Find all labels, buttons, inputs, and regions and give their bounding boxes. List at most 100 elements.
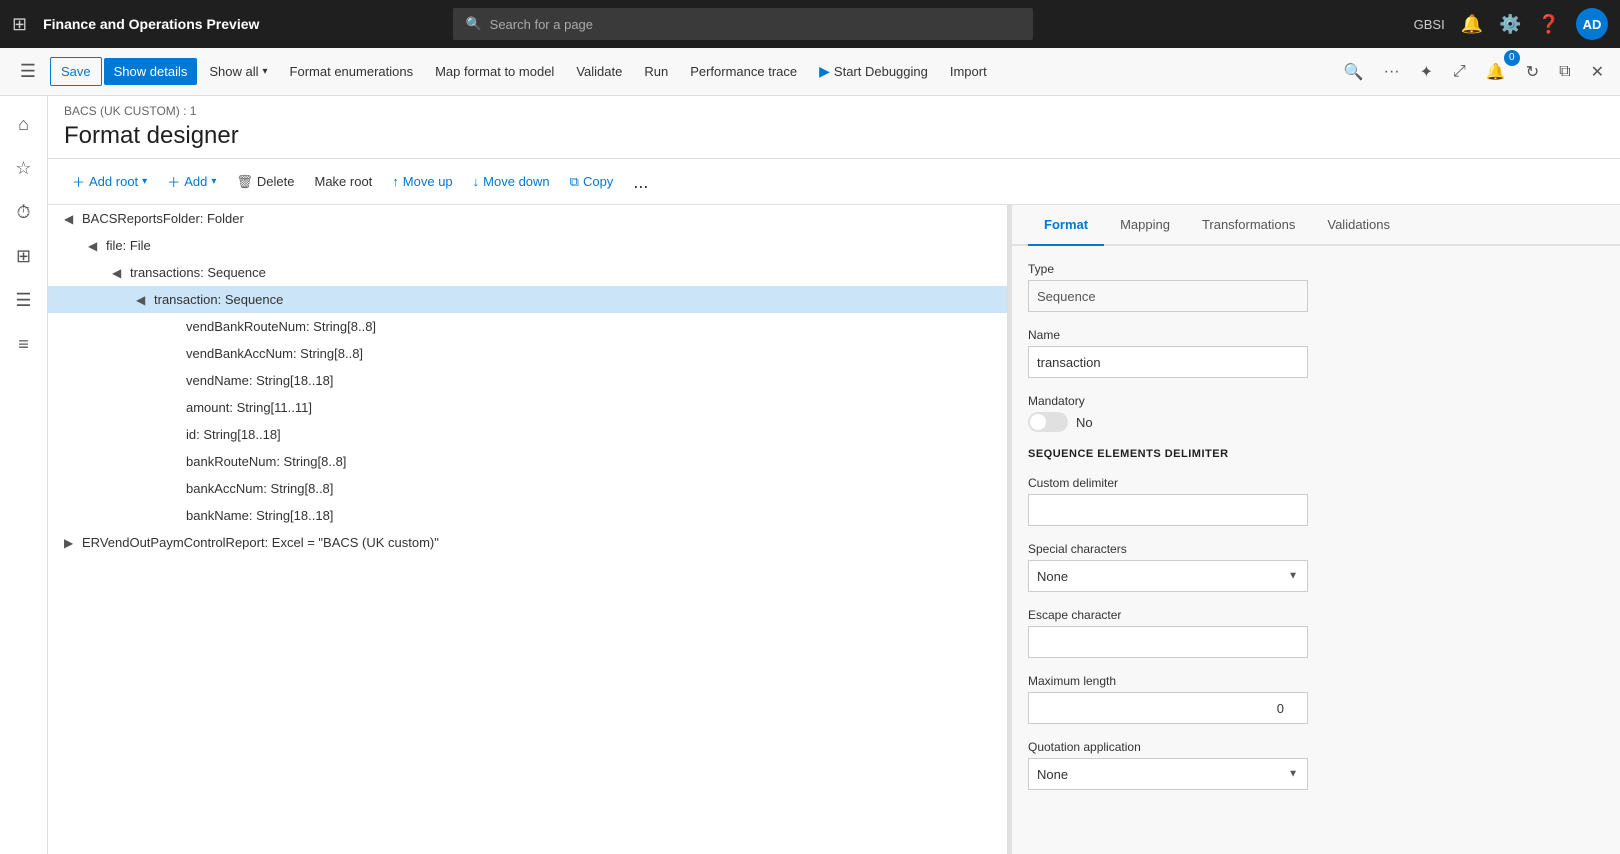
main-container: ⌂ ☆ ⏱ ⊞ ☰ ≡ BACS (UK CUSTOM) : 1 Format …	[0, 96, 1620, 854]
expand-icon[interactable]: ⤢	[1445, 57, 1474, 87]
mandatory-toggle[interactable]	[1028, 412, 1068, 432]
tree-collapse-icon[interactable]: ◀	[136, 293, 152, 307]
grid-icon[interactable]: ⊞	[12, 14, 27, 35]
tree-resize-handle[interactable]	[1003, 205, 1007, 854]
move-up-button[interactable]: ↑ Move up	[384, 169, 460, 194]
tree-collapse-icon[interactable]: ◀	[64, 212, 80, 226]
name-label: Name	[1028, 328, 1604, 342]
user-code: GBSI	[1414, 17, 1445, 32]
refresh-icon[interactable]: ↻	[1518, 56, 1547, 88]
workspaces-icon[interactable]: ⊞	[4, 236, 44, 276]
plus-icon: ＋	[72, 172, 85, 191]
tree-item-label: amount: String[11..11]	[186, 400, 312, 415]
hamburger-icon[interactable]: ☰	[8, 52, 48, 92]
form-section: Type Name Mandatory No	[1012, 246, 1620, 822]
notification-wrapper[interactable]: 🔔 0	[1478, 56, 1514, 88]
add-root-button[interactable]: ＋ Add root ▾	[64, 167, 155, 196]
tree-expand-icon[interactable]: ▶	[64, 536, 80, 550]
special-characters-select[interactable]: None CR LF CR+LF Tab	[1028, 560, 1308, 592]
save-button[interactable]: Save	[50, 57, 102, 86]
type-input[interactable]	[1028, 280, 1308, 312]
gear-icon[interactable]: ⚙️	[1499, 14, 1521, 35]
tree-item[interactable]: id: String[18..18]	[48, 421, 1007, 448]
arrow-up-icon: ↑	[392, 174, 399, 189]
tree-collapse-icon[interactable]: ◀	[112, 266, 128, 280]
special-characters-field: Special characters None CR LF CR+LF Tab	[1028, 542, 1604, 592]
custom-delimiter-input[interactable]	[1028, 494, 1308, 526]
delete-button[interactable]: 🗑 Delete	[228, 169, 302, 195]
tree-item[interactable]: ◀ BACSReportsFolder: Folder	[48, 205, 1007, 232]
tree-item[interactable]: vendBankAccNum: String[8..8]	[48, 340, 1007, 367]
make-root-button[interactable]: Make root	[306, 169, 380, 194]
recent-icon[interactable]: ⏱	[4, 192, 44, 232]
tree-item[interactable]: bankAccNum: String[8..8]	[48, 475, 1007, 502]
search-bar[interactable]: 🔍 Search for a page	[453, 8, 1033, 40]
delete-icon: 🗑	[236, 174, 253, 190]
arrow-down-icon: ↓	[473, 174, 480, 189]
action-toolbar: ＋ Add root ▾ ＋ Add ▾ 🗑 Delete Make root …	[48, 159, 1620, 205]
tree-item[interactable]: ◀ transactions: Sequence	[48, 259, 1007, 286]
run-button[interactable]: Run	[634, 58, 678, 85]
copy-button[interactable]: ⧉ Copy	[562, 169, 622, 195]
show-details-button[interactable]: Show details	[104, 58, 198, 85]
tree-item[interactable]: vendName: String[18..18]	[48, 367, 1007, 394]
name-input[interactable]	[1028, 346, 1308, 378]
open-new-tab-icon[interactable]: ⧉	[1551, 57, 1578, 87]
app-title: Finance and Operations Preview	[43, 16, 259, 32]
tab-validations[interactable]: Validations	[1311, 205, 1406, 246]
import-button[interactable]: Import	[940, 58, 997, 85]
tree-item-selected[interactable]: ◀ transaction: Sequence	[48, 286, 1007, 313]
custom-delimiter-field: Custom delimiter	[1028, 476, 1604, 526]
plus-icon-2: ＋	[167, 172, 180, 191]
delimiter-heading: SEQUENCE ELEMENTS DELIMITER	[1028, 448, 1604, 460]
close-icon[interactable]: ✕	[1583, 56, 1612, 88]
more-options-icon[interactable]: ···	[1376, 57, 1408, 87]
show-all-button[interactable]: Show all ▾	[199, 58, 277, 85]
tree-item[interactable]: ◀ file: File	[48, 232, 1007, 259]
more-button[interactable]: ...	[625, 168, 656, 196]
tab-format[interactable]: Format	[1028, 205, 1104, 246]
tree-item[interactable]: ▶ ERVendOutPaymControlReport: Excel = "B…	[48, 529, 1007, 556]
start-debugging-button[interactable]: ▶ Start Debugging	[809, 57, 938, 86]
customize-icon[interactable]: ✦	[1412, 56, 1441, 88]
add-chevron: ▾	[211, 176, 216, 187]
tree-item-label: bankRouteNum: String[8..8]	[186, 454, 346, 469]
tab-mapping[interactable]: Mapping	[1104, 205, 1186, 246]
escape-character-input[interactable]	[1028, 626, 1308, 658]
quotation-application-field: Quotation application None Always When n…	[1028, 740, 1604, 790]
right-tabs: Format Mapping Transformations Validatio…	[1012, 205, 1620, 246]
tree-item-label: BACSReportsFolder: Folder	[82, 211, 244, 226]
right-panel: Format Mapping Transformations Validatio…	[1012, 205, 1620, 854]
quotation-application-select[interactable]: None Always When needed	[1028, 758, 1308, 790]
help-icon[interactable]: ❓	[1538, 14, 1560, 35]
type-label: Type	[1028, 262, 1604, 276]
maximum-length-label: Maximum length	[1028, 674, 1604, 688]
search-toolbar-icon[interactable]: 🔍	[1336, 56, 1372, 88]
tree-item[interactable]: bankRouteNum: String[8..8]	[48, 448, 1007, 475]
tree-item[interactable]: vendBankRouteNum: String[8..8]	[48, 313, 1007, 340]
maximum-length-input[interactable]	[1028, 692, 1308, 724]
filter-icon[interactable]: ☰	[4, 280, 44, 320]
tab-transformations[interactable]: Transformations	[1186, 205, 1311, 246]
performance-trace-button[interactable]: Performance trace	[680, 58, 807, 85]
tree-item-label: transactions: Sequence	[130, 265, 266, 280]
add-root-chevron: ▾	[142, 176, 147, 187]
format-enumerations-button[interactable]: Format enumerations	[280, 58, 424, 85]
user-avatar[interactable]: AD	[1576, 8, 1608, 40]
validate-button[interactable]: Validate	[566, 58, 632, 85]
map-format-to-model-button[interactable]: Map format to model	[425, 58, 564, 85]
mandatory-label: Mandatory	[1028, 394, 1604, 408]
top-navigation: ⊞ Finance and Operations Preview 🔍 Searc…	[0, 0, 1620, 48]
tree-panel: ◀ BACSReportsFolder: Folder ◀ file: File…	[48, 205, 1008, 854]
tree-item[interactable]: amount: String[11..11]	[48, 394, 1007, 421]
tree-item-label: file: File	[106, 238, 151, 253]
list-icon[interactable]: ≡	[4, 324, 44, 364]
favorites-icon[interactable]: ☆	[4, 148, 44, 188]
copy-icon: ⧉	[570, 174, 579, 190]
bell-icon[interactable]: 🔔	[1461, 14, 1483, 35]
add-button[interactable]: ＋ Add ▾	[159, 167, 224, 196]
home-icon[interactable]: ⌂	[4, 104, 44, 144]
move-down-button[interactable]: ↓ Move down	[465, 169, 558, 194]
tree-collapse-icon[interactable]: ◀	[88, 239, 104, 253]
tree-item[interactable]: bankName: String[18..18]	[48, 502, 1007, 529]
